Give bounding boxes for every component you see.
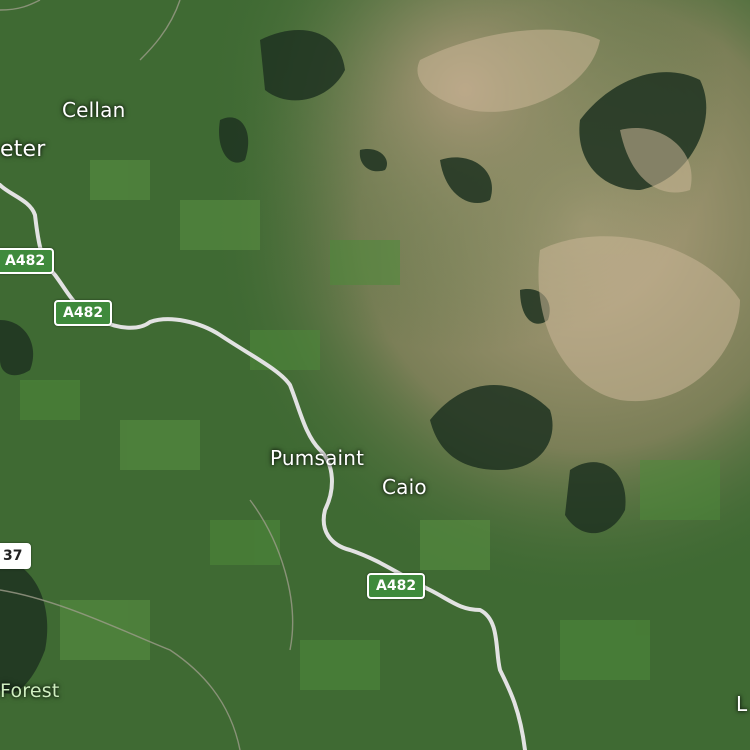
road-shield-a482: A482	[0, 248, 55, 274]
place-label-caio[interactable]: Caio	[382, 475, 427, 499]
place-label-lampeter[interactable]: eter	[0, 137, 46, 162]
place-label-forest[interactable]: Forest	[0, 680, 60, 702]
satellite-map[interactable]: Cellan eter Pumsaint Caio Forest L A482 …	[0, 0, 750, 750]
road-shield-37: 37	[0, 543, 32, 569]
place-label-pumsaint[interactable]: Pumsaint	[270, 446, 364, 470]
place-label-cellan[interactable]: Cellan	[62, 98, 126, 122]
place-label-edge[interactable]: L	[736, 692, 747, 716]
road-shield-a482: A482	[367, 573, 426, 599]
road-shield-a482: A482	[54, 300, 113, 326]
